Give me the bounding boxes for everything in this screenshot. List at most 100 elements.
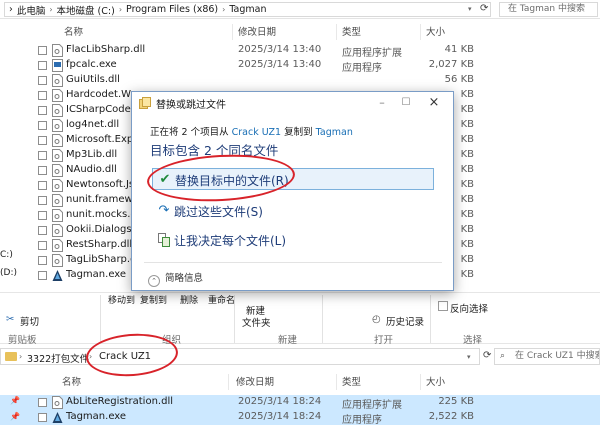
dialog-titlebar[interactable]: 替换或跳过文件 – ☐ ×: [132, 92, 453, 114]
row-checkbox[interactable]: [38, 76, 47, 85]
section-open: 打开: [374, 335, 394, 346]
refresh-icon[interactable]: ⟳: [483, 350, 491, 361]
row-checkbox[interactable]: [38, 271, 47, 280]
breadcrumb-this-pc[interactable]: 此电脑: [17, 3, 46, 17]
breadcrumb-sep[interactable]: ›: [119, 5, 122, 14]
breadcrumb-program-files[interactable]: Program Files (x86): [126, 4, 218, 15]
dll-file-icon: [52, 89, 63, 102]
dll-file-icon: [52, 104, 63, 117]
search-input[interactable]: 在 Tagman 中搜索: [499, 2, 598, 17]
breadcrumb-tagman[interactable]: Tagman: [229, 4, 266, 15]
pin-icon[interactable]: 📌: [10, 412, 20, 421]
file-name: AbLiteRegistration.dll: [66, 396, 173, 407]
row-checkbox[interactable]: [38, 151, 47, 160]
dll-file-icon: [52, 239, 63, 252]
dll-file-icon: [52, 254, 63, 267]
bottom-breadcrumb[interactable]: › 3322打包文件 › Crack UZ1 ▾: [0, 348, 480, 365]
rename-button[interactable]: 重命名: [208, 293, 235, 306]
column-divider[interactable]: [420, 374, 421, 390]
row-checkbox[interactable]: [38, 166, 47, 175]
file-row[interactable]: AbLiteRegistration.dll 2025/3/14 18:24 应用程…: [0, 395, 600, 411]
column-divider[interactable]: [232, 24, 233, 40]
move-to-button[interactable]: 移动到: [108, 293, 135, 306]
source-folder-link[interactable]: Crack UZ1: [232, 127, 281, 138]
chevron-down-icon[interactable]: ▾: [468, 5, 472, 13]
invert-selection-button[interactable]: 反向选择: [450, 301, 488, 315]
scissors-icon[interactable]: ✂: [6, 314, 14, 325]
tagman-app-icon: [52, 270, 63, 281]
column-type[interactable]: 类型: [342, 24, 361, 38]
destination-folder-link[interactable]: Tagman: [316, 127, 353, 138]
new-folder-line2[interactable]: 文件夹: [242, 315, 271, 329]
breadcrumb-sep[interactable]: ›: [49, 5, 52, 14]
file-size: 2,522 KB: [428, 411, 474, 422]
search-input[interactable]: 在 Crack UZ1 中搜索: [494, 348, 600, 365]
file-size: KB: [460, 89, 474, 100]
refresh-icon[interactable]: ⟳: [480, 3, 492, 15]
exe-file-icon: [52, 59, 63, 72]
column-divider[interactable]: [228, 374, 229, 390]
row-checkbox[interactable]: [38, 91, 47, 100]
column-date[interactable]: 修改日期: [236, 374, 274, 388]
column-date[interactable]: 修改日期: [238, 24, 276, 38]
row-checkbox[interactable]: [38, 181, 47, 190]
file-type: 应用程序扩展: [342, 48, 402, 59]
file-size: KB: [460, 164, 474, 175]
minimize-icon[interactable]: –: [370, 94, 394, 112]
section-organize: 组织: [162, 335, 182, 346]
row-checkbox[interactable]: [38, 256, 47, 265]
breadcrumb-sep[interactable]: ›: [89, 352, 92, 361]
breadcrumb-sep[interactable]: ›: [19, 352, 22, 361]
decide-each-file-label: 让我决定每个文件(L): [174, 234, 287, 248]
copy-to-button[interactable]: 复制到: [140, 293, 167, 306]
skip-files-option[interactable]: ↷ 跳过这些文件(S): [152, 200, 434, 222]
column-type[interactable]: 类型: [342, 374, 361, 388]
breadcrumb-pack-folder[interactable]: 3322打包文件: [27, 351, 89, 365]
file-row[interactable]: Tagman.exe 2025/3/14 18:24 应用程序 2,522 KB: [0, 410, 600, 426]
dll-file-icon: [52, 396, 63, 409]
column-divider[interactable]: [336, 374, 337, 390]
column-name[interactable]: 名称: [64, 24, 83, 38]
row-checkbox[interactable]: [38, 211, 47, 220]
close-icon[interactable]: ×: [422, 94, 446, 112]
row-checkbox[interactable]: [38, 413, 47, 422]
history-button[interactable]: 历史记录: [386, 314, 424, 328]
top-breadcrumb[interactable]: › 此电脑 › 本地磁盘 (C:) › Program Files (x86) …: [4, 2, 491, 17]
dll-file-icon: [52, 74, 63, 87]
file-name: nunit.framework: [66, 194, 132, 205]
invert-selection-icon[interactable]: [438, 301, 448, 311]
cut-button[interactable]: 剪切: [20, 314, 39, 328]
breadcrumb-crack-uz1[interactable]: Crack UZ1: [99, 351, 151, 362]
breadcrumb-sep[interactable]: ›: [222, 5, 225, 14]
column-size[interactable]: 大小: [426, 374, 445, 388]
file-date: 2025/3/14 13:40: [238, 44, 322, 55]
column-divider[interactable]: [336, 24, 337, 40]
row-checkbox[interactable]: [38, 226, 47, 235]
row-checkbox[interactable]: [38, 241, 47, 250]
replace-or-skip-dialog: 替换或跳过文件 – ☐ × 正在将 2 个项目从 Crack UZ1 复制到 T…: [131, 91, 454, 291]
file-row[interactable]: fpcalc.exe 2025/3/14 13:40 应用程序 2,027 KB: [0, 58, 600, 74]
row-checkbox[interactable]: [38, 398, 47, 407]
row-checkbox[interactable]: [38, 196, 47, 205]
file-name: Tagman.exe: [66, 411, 127, 422]
column-divider[interactable]: [420, 24, 421, 40]
history-icon[interactable]: ◴: [372, 314, 381, 325]
pin-icon[interactable]: 📌: [10, 396, 20, 405]
row-checkbox[interactable]: [38, 61, 47, 70]
decide-each-file-option[interactable]: 让我决定每个文件(L): [152, 229, 434, 251]
dll-file-icon: [52, 209, 63, 222]
breadcrumb-local-disk[interactable]: 本地磁盘 (C:): [57, 3, 115, 17]
row-checkbox[interactable]: [38, 106, 47, 115]
row-checkbox[interactable]: [38, 121, 47, 130]
file-row[interactable]: FlacLibSharp.dll 2025/3/14 13:40 应用程序扩展 41 …: [0, 43, 600, 59]
file-row[interactable]: GuiUtils.dll 56 KB: [0, 73, 600, 88]
row-checkbox[interactable]: [38, 136, 47, 145]
chevron-down-icon[interactable]: ▾: [467, 353, 471, 361]
maximize-icon[interactable]: ☐: [394, 94, 418, 112]
row-checkbox[interactable]: [38, 46, 47, 55]
replace-files-option[interactable]: ✔ 替换目标中的文件(R): [152, 168, 434, 190]
delete-button[interactable]: 删除: [180, 293, 198, 306]
details-toggle[interactable]: ⌃ 简略信息: [148, 270, 203, 287]
column-size[interactable]: 大小: [426, 24, 445, 38]
column-name[interactable]: 名称: [62, 374, 81, 388]
